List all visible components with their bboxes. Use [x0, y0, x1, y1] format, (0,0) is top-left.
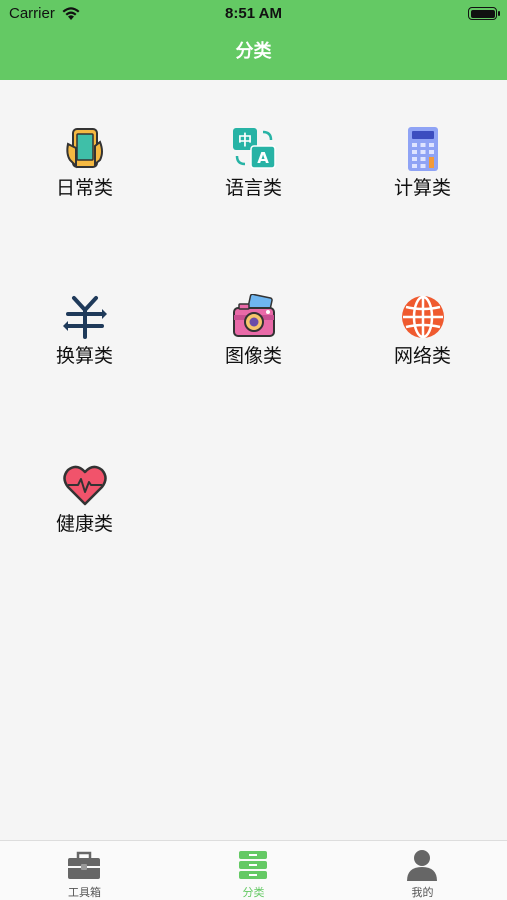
category-label: 健康类 — [55, 513, 113, 535]
category-label: 图像类 — [224, 345, 282, 367]
category-label: 换算类 — [55, 345, 113, 367]
category-image[interactable]: 图像类 — [169, 248, 338, 416]
status-bar: Carrier 8:51 AM — [0, 0, 507, 28]
svg-text:中: 中 — [238, 132, 252, 149]
user-icon — [407, 850, 437, 881]
category-health[interactable]: 健康类 — [0, 416, 169, 584]
category-language[interactable]: 中 A 语言类 — [169, 80, 338, 248]
category-label: 语言类 — [224, 177, 282, 199]
category-label: 计算类 — [393, 177, 451, 199]
category-label: 日常类 — [55, 177, 113, 199]
category-daily[interactable]: 日常类 — [0, 80, 169, 248]
translate-icon: 中 A — [233, 128, 276, 169]
category-label: 网络类 — [393, 345, 451, 367]
category-conversion[interactable]: 换算类 — [0, 248, 169, 416]
page-title: 分类 — [235, 41, 272, 62]
heart-pulse-icon — [63, 465, 107, 506]
tab-label: 我的 — [411, 886, 434, 899]
currency-exchange-icon — [63, 296, 107, 339]
toolbox-icon — [68, 851, 100, 879]
clock-label: 8:51 AM — [225, 5, 282, 22]
category-calculation[interactable]: 计算类 — [338, 80, 507, 248]
phone-hand-icon — [66, 128, 103, 169]
category-network[interactable]: 网络类 — [338, 248, 507, 416]
tab-toolbox[interactable]: 工具箱 — [0, 841, 169, 900]
drawer-icon — [239, 851, 267, 879]
tab-profile[interactable]: 我的 — [338, 841, 507, 900]
calculator-icon — [408, 127, 438, 171]
tab-label: 工具箱 — [68, 886, 101, 899]
globe-icon — [402, 295, 444, 339]
tab-label: 分类 — [242, 886, 265, 899]
tab-category[interactable]: 分类 — [169, 841, 338, 900]
camera-icon — [233, 294, 275, 337]
battery-icon — [468, 7, 500, 20]
tab-bar: 工具箱 分类 我的 — [0, 840, 507, 900]
svg-text:A: A — [257, 149, 269, 167]
